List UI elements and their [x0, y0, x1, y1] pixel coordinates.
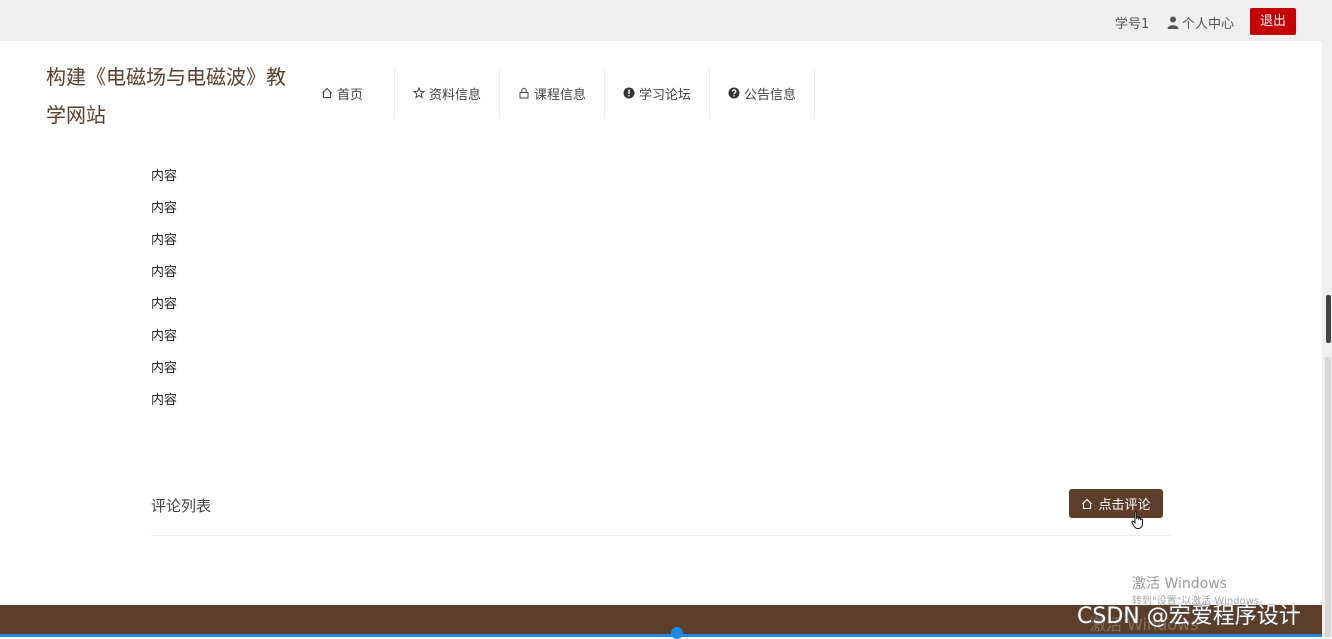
content-line: 内容: [151, 233, 178, 248]
content-line: 内容: [151, 361, 178, 376]
home-icon: [1082, 498, 1093, 509]
lock-icon: [519, 87, 529, 99]
user-center-label: 个人中心: [1182, 17, 1235, 32]
logout-button[interactable]: 退出: [1250, 8, 1296, 35]
exclamation-circle-icon: [623, 87, 635, 99]
star-icon: [412, 87, 425, 99]
nav-item-materials[interactable]: 资料信息: [395, 68, 500, 118]
nav-item-courses[interactable]: 课程信息: [500, 68, 605, 118]
content-line: 内容: [151, 201, 178, 216]
content-line: 内容: [151, 265, 178, 280]
hand-cursor-icon: [1131, 511, 1143, 529]
question-circle-icon: [728, 87, 740, 99]
user-icon: [1167, 16, 1179, 29]
nav-label: 资料信息: [428, 87, 481, 103]
nav-label: 课程信息: [533, 87, 586, 103]
nav-label: 学习论坛: [638, 87, 691, 103]
detail-content: 内容 内容 内容 内容 内容 内容 内容 内容: [151, 168, 177, 424]
user-center-link[interactable]: 个人中心: [1167, 13, 1234, 32]
scrollbar[interactable]: [1322, 41, 1332, 637]
scrollbar-track: [1325, 357, 1331, 637]
nav-item-home[interactable]: 首页: [290, 68, 395, 118]
activation-watermark: 激活 Windows: [1132, 576, 1227, 592]
site-title: 构建《电磁场与电磁波》教学网站: [46, 65, 286, 127]
content-line: 内容: [151, 297, 178, 312]
student-id-label: 学号1: [1115, 17, 1150, 32]
top-bar: 学号1 个人中心 退出: [0, 0, 1332, 41]
home-icon: [322, 87, 332, 99]
content-line: 内容: [151, 169, 178, 184]
main-nav: 首页 资料信息 课程信息 学习论坛 公告信息: [290, 68, 815, 118]
add-comment-button[interactable]: 点击评论: [1069, 489, 1163, 518]
comment-list-title: 评论列表: [151, 497, 212, 515]
nav-label: 首页: [336, 87, 363, 103]
csdn-watermark: CSDN @宏爱程序设计: [1077, 604, 1301, 629]
content-line: 内容: [151, 329, 178, 344]
nav-item-notices[interactable]: 公告信息: [710, 68, 815, 118]
comment-divider: [151, 535, 1171, 536]
nav-item-forum[interactable]: 学习论坛: [605, 68, 710, 118]
progress-dot: [671, 627, 683, 639]
content-line: 内容: [151, 393, 178, 408]
nav-label: 公告信息: [743, 87, 796, 103]
scrollbar-thumb[interactable]: [1326, 295, 1331, 343]
